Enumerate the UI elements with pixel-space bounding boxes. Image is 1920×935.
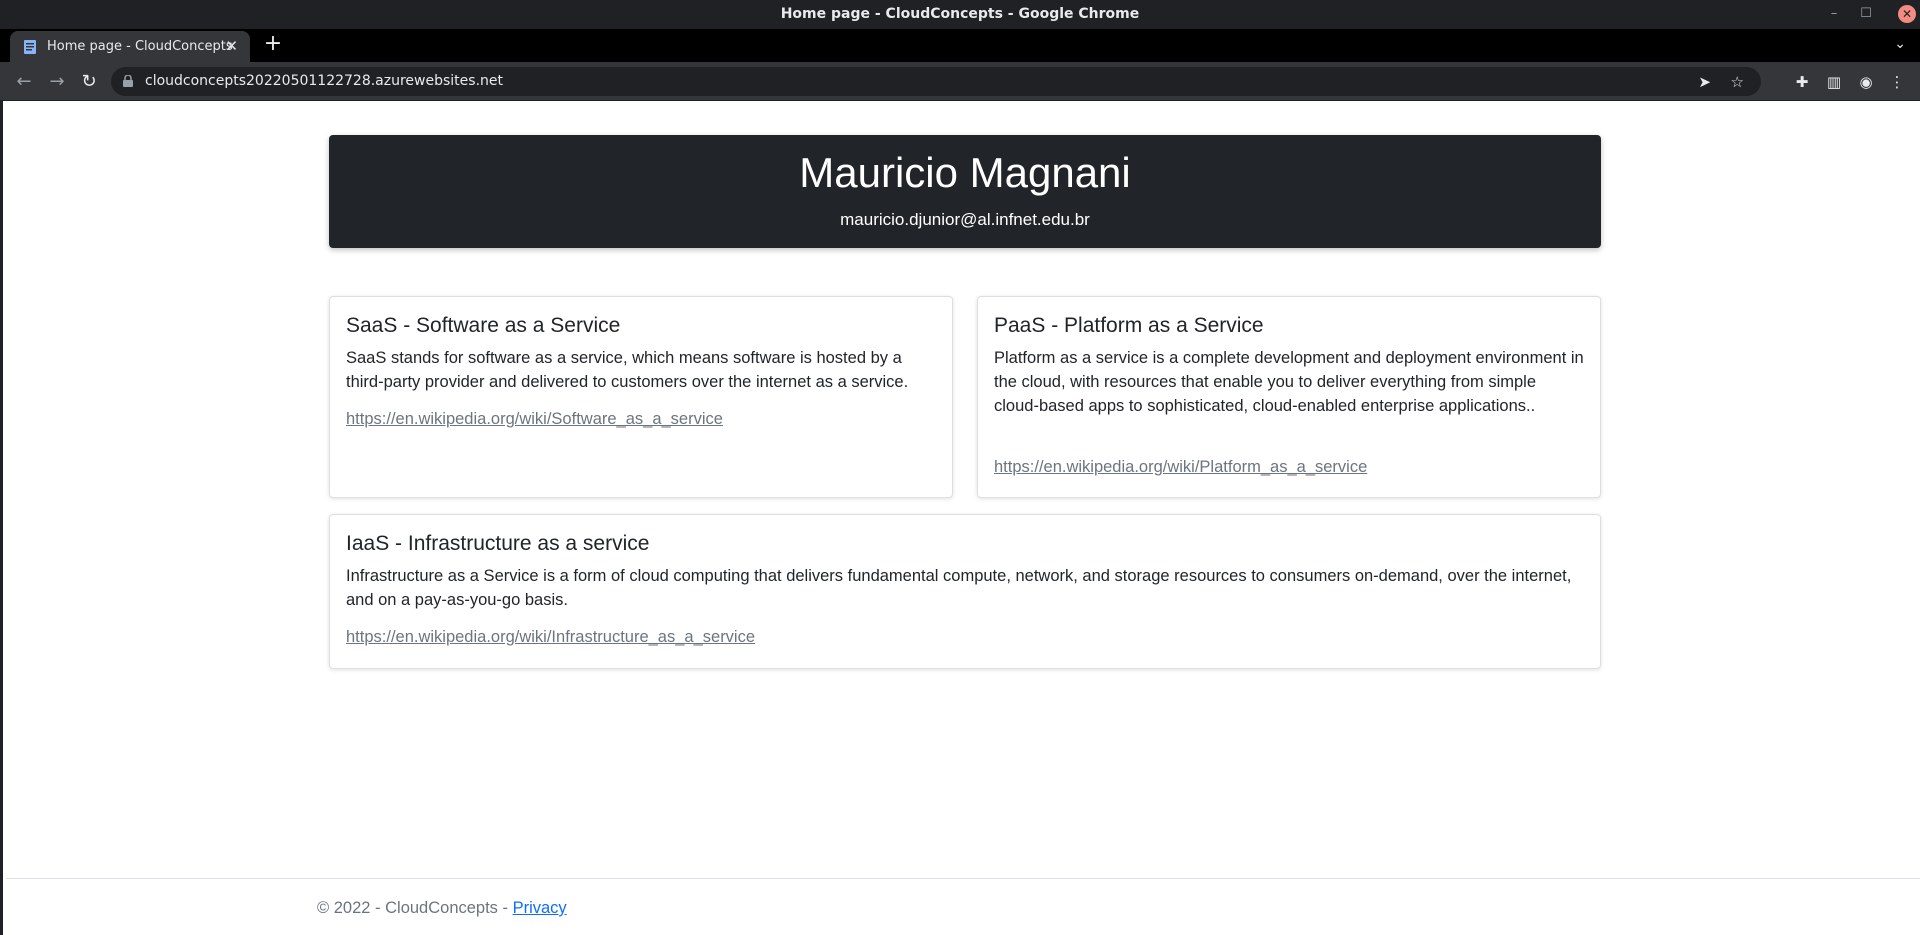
new-tab-icon[interactable]: + [262, 33, 284, 55]
card-iaas: IaaS - Infrastructure as a service Infra… [329, 514, 1601, 669]
profile-header: Mauricio Magnani mauricio.djunior@al.inf… [329, 135, 1601, 248]
reload-icon[interactable]: ↻ [78, 71, 100, 93]
browser-toolbar: ← → ↻ cloudconcepts20220501122728.azurew… [0, 62, 1920, 101]
card-title: IaaS - Infrastructure as a service [346, 532, 650, 555]
bookmark-star-icon[interactable]: ☆ [1731, 73, 1744, 91]
card-link-saas[interactable]: https://en.wikipedia.org/wiki/Software_a… [346, 410, 723, 429]
chrome-menu-icon[interactable]: ⋮ [1887, 72, 1907, 92]
footer-copyright: © 2022 - CloudConcepts - [317, 899, 513, 917]
footer-text: © 2022 - CloudConcepts - Privacy [317, 899, 567, 918]
lock-icon [123, 75, 133, 87]
window-title: Home page - CloudConcepts - Google Chrom… [780, 6, 1140, 22]
profile-avatar-icon[interactable]: ◉ [1856, 72, 1876, 92]
send-to-device-icon[interactable]: ➤ [1698, 73, 1711, 91]
profile-name: Mauricio Magnani [799, 149, 1131, 196]
card-link-paas[interactable]: https://en.wikipedia.org/wiki/Platform_a… [994, 458, 1367, 477]
profile-email: mauricio.djunior@al.infnet.edu.br [840, 210, 1090, 229]
card-link-iaas[interactable]: https://en.wikipedia.org/wiki/Infrastruc… [346, 628, 755, 647]
privacy-link[interactable]: Privacy [513, 899, 567, 917]
tab-home-page[interactable]: Home page - CloudConcepts ✕ [10, 31, 250, 62]
tab-title: Home page - CloudConcepts [47, 39, 233, 54]
window-titlebar: Home page - CloudConcepts - Google Chrom… [0, 0, 1920, 29]
maximize-icon[interactable]: ☐ [1856, 4, 1876, 24]
card-title: SaaS - Software as a Service [346, 314, 621, 337]
page-favicon-icon [24, 40, 36, 54]
page-viewport: Mauricio Magnani mauricio.djunior@al.inf… [0, 101, 1920, 935]
minimize-icon[interactable]: – [1824, 4, 1844, 24]
close-window-icon[interactable]: ✕ [1898, 5, 1916, 23]
address-bar[interactable]: cloudconcepts20220501122728.azurewebsite… [111, 67, 1761, 96]
tab-close-icon[interactable]: ✕ [225, 37, 238, 55]
page-footer: © 2022 - CloudConcepts - Privacy [6, 878, 1920, 935]
side-panel-icon[interactable]: ▥ [1824, 72, 1844, 92]
card-text: Platform as a service is a complete deve… [994, 349, 1584, 415]
back-icon[interactable]: ← [13, 71, 35, 93]
extensions-icon[interactable]: ✚ [1792, 72, 1812, 92]
card-title: PaaS - Platform as a Service [994, 314, 1264, 337]
forward-icon[interactable]: → [46, 71, 68, 93]
tab-search-chevron-icon[interactable]: ⌄ [1894, 36, 1906, 52]
card-saas: SaaS - Software as a Service SaaS stands… [329, 296, 953, 498]
card-text: Infrastructure as a Service is a form of… [346, 567, 1572, 609]
card-text: SaaS stands for software as a service, w… [346, 349, 909, 391]
address-url: cloudconcepts20220501122728.azurewebsite… [145, 73, 503, 89]
card-paas: PaaS - Platform as a Service Platform as… [977, 296, 1601, 498]
tab-strip: Home page - CloudConcepts ✕ [0, 29, 1920, 62]
